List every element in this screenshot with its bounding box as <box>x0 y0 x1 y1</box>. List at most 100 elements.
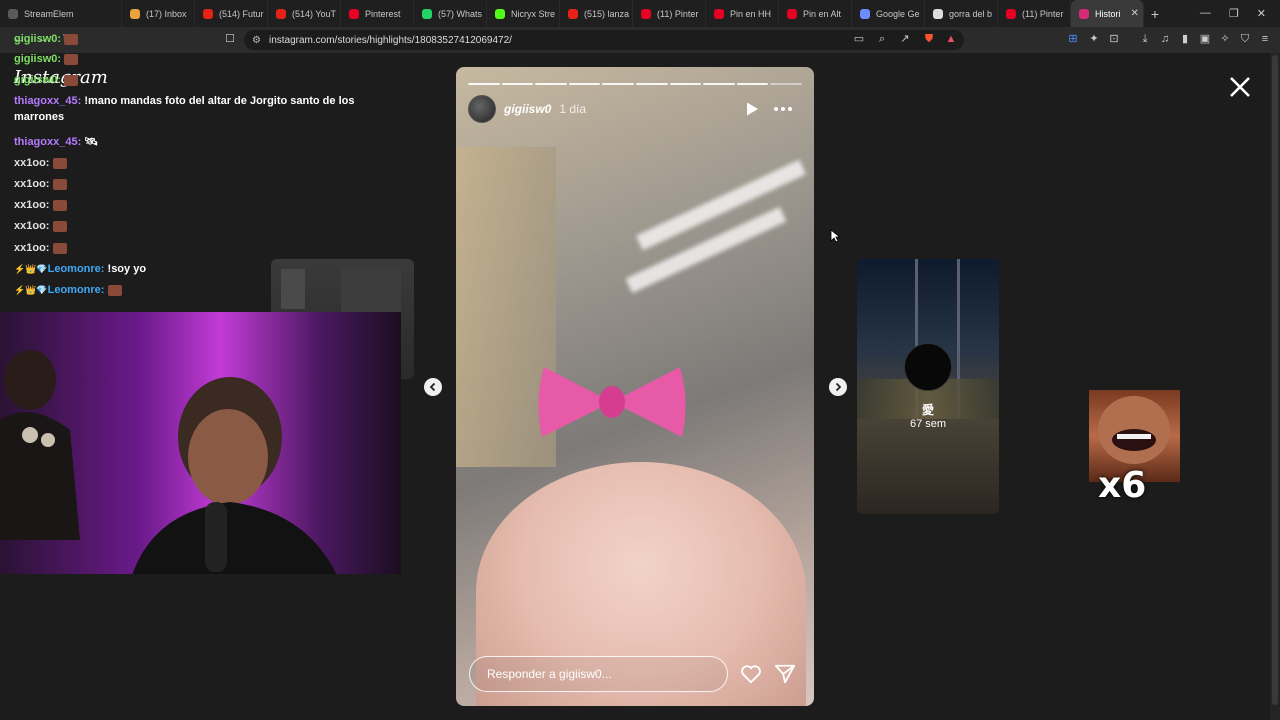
browser-tab[interactable]: StreamElem <box>0 0 122 27</box>
previous-story-button[interactable] <box>424 378 442 396</box>
tab-favicon-icon <box>349 8 359 19</box>
tab-label: (11) Pinter <box>1022 8 1064 19</box>
browser-tab[interactable]: Google Ge <box>852 0 925 27</box>
chat-username[interactable]: xx1oo: <box>14 178 49 190</box>
browser-tab[interactable]: Pinterest <box>341 0 414 27</box>
play-icon[interactable] <box>744 101 760 117</box>
browser-tab[interactable]: Nicryx Stre <box>487 0 560 27</box>
story-username[interactable]: gigiisw0 <box>504 102 551 116</box>
chat-username[interactable]: xx1oo: <box>14 157 49 169</box>
vpn-icon[interactable]: ⛉ <box>1238 32 1252 46</box>
story-progress-segment <box>568 83 601 85</box>
new-tab-button[interactable]: + <box>1144 6 1166 22</box>
story-progress-segment <box>602 83 634 85</box>
more-options-icon[interactable] <box>772 100 794 118</box>
story-user-avatar[interactable] <box>468 95 496 123</box>
tab-favicon-icon <box>641 8 651 19</box>
chat-text: 🛰 <box>84 136 99 148</box>
media-icon[interactable]: ♫ <box>1158 32 1172 46</box>
story-progress-segment <box>468 83 500 85</box>
chat-text: !soy yo <box>107 263 147 275</box>
download-icon[interactable]: ⤓ <box>1138 32 1152 46</box>
chat-message: xx1oo: <box>14 197 369 213</box>
browser-tab[interactable]: (57) Whats <box>414 0 487 27</box>
tab-favicon-icon <box>933 8 943 19</box>
chat-username[interactable]: xx1oo: <box>14 220 49 232</box>
sidebar-icon[interactable]: ▮ <box>1178 32 1192 46</box>
wallet-icon[interactable]: ▣ <box>1198 32 1212 46</box>
minimize-icon[interactable]: ― <box>1200 7 1211 20</box>
chat-username[interactable]: thiagoxx_45: <box>14 95 81 107</box>
browser-tab[interactable]: (11) Pinter <box>633 0 706 27</box>
tab-favicon-icon <box>8 8 18 19</box>
tab-label: Pin en Alt <box>803 8 842 19</box>
tab-favicon-icon <box>860 8 870 19</box>
chat-username[interactable]: xx1oo: <box>14 199 49 211</box>
chat-message: ⚡👑💎Leomonre: !soy yo <box>14 261 369 277</box>
browser-tab[interactable]: (514) YouT <box>268 0 341 27</box>
cast-icon[interactable]: ▭ <box>852 32 866 46</box>
chat-username[interactable]: thiagoxx_45: <box>14 136 81 148</box>
tab-close-icon[interactable]: ✕ <box>1131 8 1139 19</box>
zoom-icon[interactable]: ⌕ <box>875 32 889 46</box>
browser-tab[interactable]: (514) Futur <box>195 0 268 27</box>
chat-username[interactable]: Leomonre: <box>48 284 105 296</box>
menu-icon[interactable]: ≡ <box>1258 32 1272 46</box>
tab-favicon-icon <box>1079 8 1089 19</box>
chat-emote-icon <box>52 242 67 254</box>
instagram-stories-page: Instagram gigiisw0: gigiisw0: gigiisw0: … <box>0 33 1280 720</box>
chat-username[interactable]: gigiisw0: <box>14 74 61 86</box>
story-progress-segment <box>770 83 802 85</box>
story-header: gigiisw0 1 día <box>468 95 802 123</box>
tab-favicon-icon <box>422 8 432 19</box>
browser-tab[interactable]: gorra del b <box>925 0 998 27</box>
chat-username[interactable]: gigiisw0: <box>14 33 61 45</box>
story-viewer[interactable]: gigiisw0 1 día Responder a gigiisw0... <box>456 67 814 706</box>
browser-tab[interactable]: Histori ✕ <box>1071 0 1144 27</box>
translate-icon[interactable]: ⊞ <box>1066 32 1080 46</box>
next-story-avatar <box>904 343 952 391</box>
browser-tab[interactable]: (17) Inbox <box>122 0 195 27</box>
browser-tab[interactable]: (11) Pinter <box>998 0 1071 27</box>
chat-username[interactable]: Leomonre: <box>48 263 105 275</box>
brave-rewards-icon[interactable]: ▲ <box>944 32 958 46</box>
chat-emote-icon <box>64 33 79 45</box>
tab-label: (17) Inbox <box>146 8 187 19</box>
tab-label: (57) Whats <box>438 8 483 19</box>
window-controls: ― ❐ ✕ <box>1200 7 1280 20</box>
tab-favicon-icon <box>787 8 797 19</box>
chat-username[interactable]: gigiisw0: <box>14 53 61 65</box>
tab-label: Nicryx Stre <box>511 8 556 19</box>
browser-tab[interactable]: Pin en HH <box>706 0 779 27</box>
scrollbar-thumb[interactable] <box>1272 55 1278 705</box>
browser-tab[interactable]: Pin en Alt <box>779 0 852 27</box>
heart-icon[interactable] <box>740 663 762 685</box>
tab-favicon-icon <box>276 8 286 19</box>
reply-placeholder: Responder a gigiisw0... <box>487 667 612 681</box>
story-progress-segment <box>501 83 534 85</box>
next-story-preview[interactable]: 愛 67 sem <box>857 259 999 514</box>
screenshot-icon[interactable]: ⊡ <box>1107 32 1121 46</box>
leo-icon[interactable]: ✧ <box>1218 32 1232 46</box>
browser-tab[interactable]: (515) lanza <box>560 0 633 27</box>
maximize-icon[interactable]: ❐ <box>1229 7 1239 20</box>
brave-shield-icon[interactable]: ⛊ <box>922 32 936 46</box>
close-window-icon[interactable]: ✕ <box>1257 7 1266 20</box>
chat-emote-icon <box>64 74 79 86</box>
story-progress-segment <box>635 83 668 85</box>
emote-count-label: x6 <box>1098 465 1147 506</box>
page-scrollbar[interactable] <box>1270 53 1280 720</box>
chat-username[interactable]: xx1oo: <box>14 242 49 254</box>
chevron-right-icon <box>835 382 842 392</box>
chat-badges-icon: ⚡👑💎 <box>14 264 48 274</box>
send-icon[interactable] <box>774 663 796 685</box>
close-story-icon[interactable] <box>1226 73 1254 101</box>
tab-label: Pin en HH <box>730 8 772 19</box>
chat-emote-icon <box>52 178 67 190</box>
next-story-button[interactable] <box>829 378 847 396</box>
extensions-icon[interactable]: ✦ <box>1087 32 1101 46</box>
share-icon[interactable]: ↗ <box>898 32 912 46</box>
chat-message: xx1oo: <box>14 176 369 192</box>
chat-message: gigiisw0: <box>14 72 369 88</box>
reply-input[interactable]: Responder a gigiisw0... <box>469 656 728 692</box>
